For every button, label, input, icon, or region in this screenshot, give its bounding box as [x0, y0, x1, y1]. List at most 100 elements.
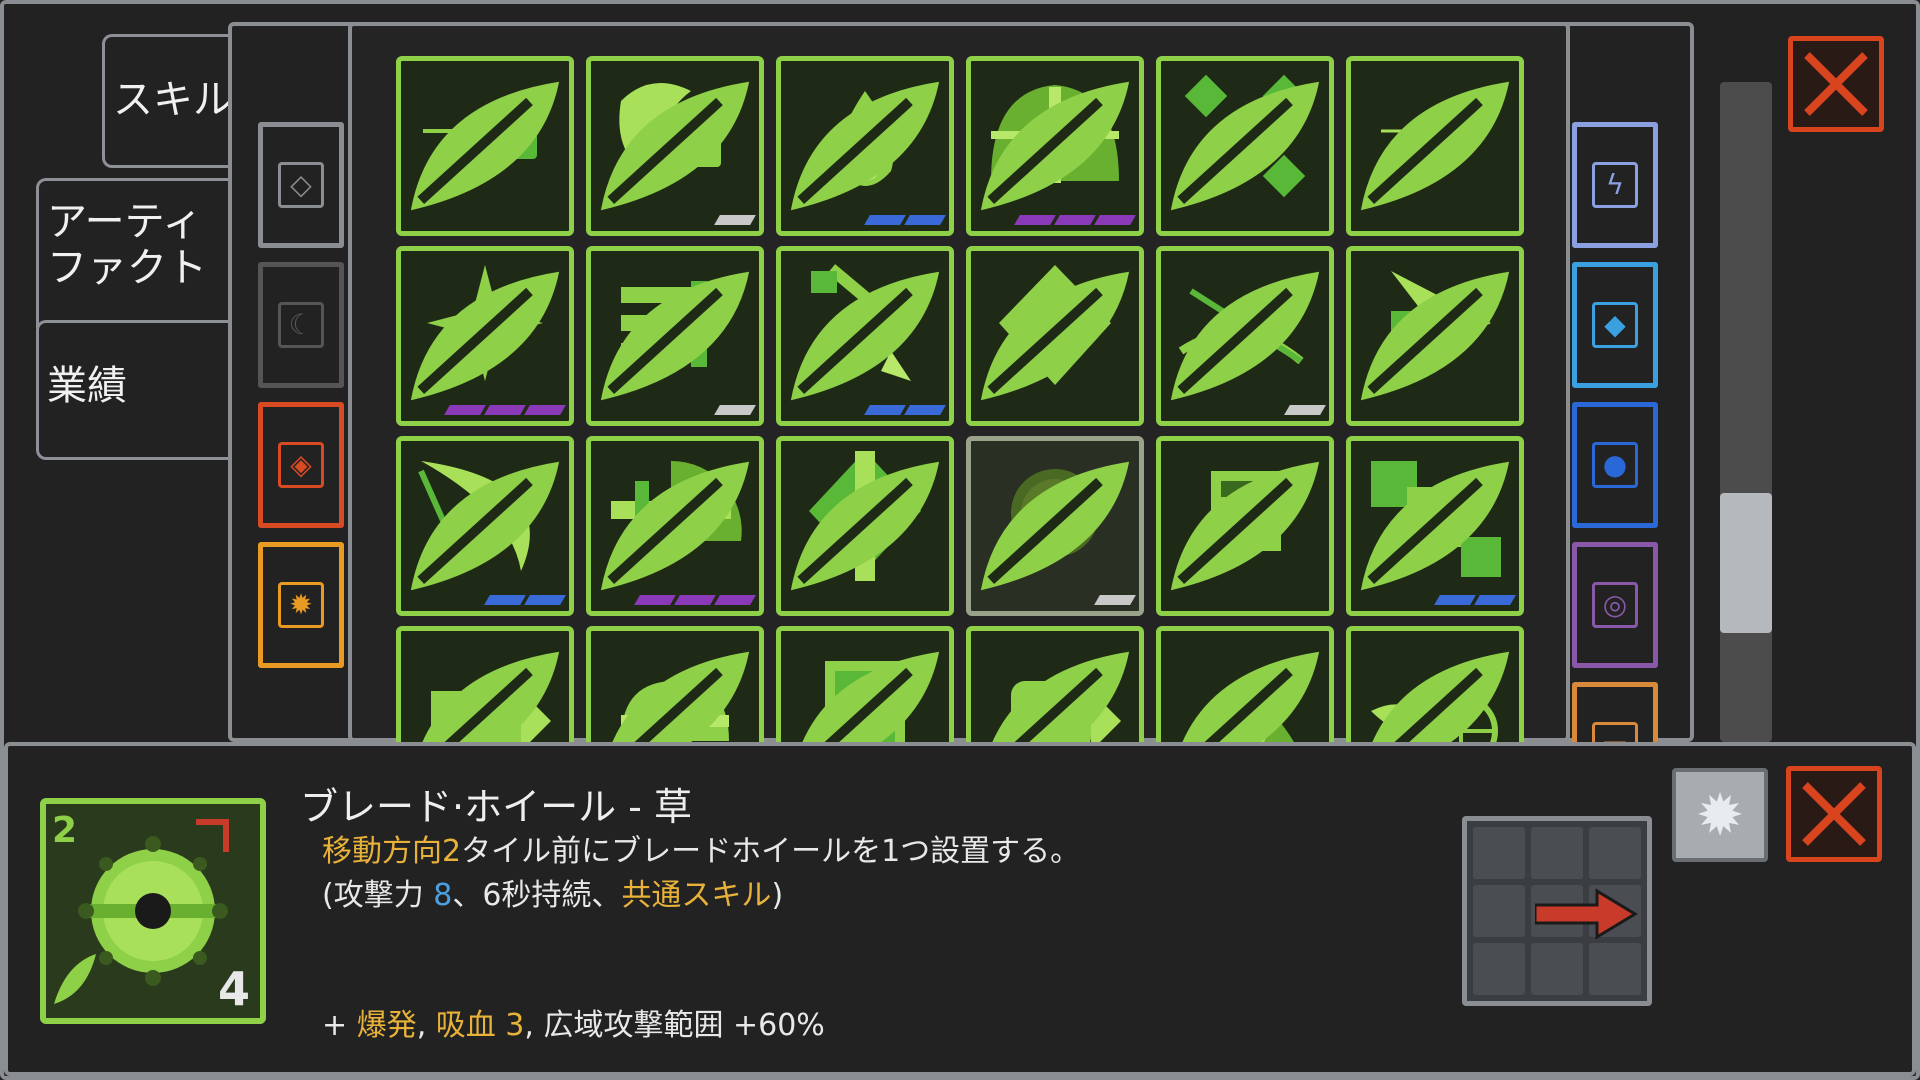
rarity-pip: [484, 595, 526, 605]
category-tabs: スキル アーティファクト 業績: [30, 30, 232, 460]
grass-element-icon: [421, 651, 560, 744]
grass-element-icon: [1371, 651, 1510, 744]
grass-element-icon: [600, 271, 750, 401]
sun-icon: ✹: [278, 582, 324, 628]
skill-slot-flame-drop[interactable]: [776, 56, 954, 236]
lightning-filter[interactable]: ϟ: [1572, 122, 1658, 248]
skill-slot-triple-blade[interactable]: [586, 246, 764, 426]
grass-element-icon: [410, 81, 560, 211]
rarity-bar: [714, 215, 756, 225]
rarity-pip: [1054, 215, 1096, 225]
rarity-pip: [674, 595, 716, 605]
grass-element-icon: [790, 81, 940, 211]
skill-slot-shield-dome[interactable]: [966, 56, 1144, 236]
skill-bonuses: + 爆発, 吸血 3, 広域攻撃範囲 +60%: [322, 1000, 825, 1044]
tab-achievements[interactable]: 業績: [36, 320, 232, 460]
diamond-icon: ◇: [278, 162, 324, 208]
range-cell: [1473, 885, 1525, 937]
gear-icon: ✹: [1695, 781, 1745, 849]
fire-filter[interactable]: ◈: [258, 402, 344, 528]
grass-element-icon: [1181, 651, 1320, 744]
range-cell: [1473, 827, 1525, 879]
skill-slot-gem-chain[interactable]: [1346, 436, 1524, 616]
common-skill-tag: 共通スキル: [621, 878, 772, 913]
rarity-bar: [864, 405, 946, 415]
grass-element-icon: [611, 651, 750, 744]
skill-slot-calculator[interactable]: [1156, 436, 1334, 616]
moon-icon: ☾: [278, 302, 324, 348]
grass-element-icon: [790, 461, 940, 591]
bonus-separator: ,: [416, 1008, 436, 1043]
gem-filter[interactable]: ◆: [1572, 262, 1658, 388]
grass-element-icon: [790, 271, 940, 401]
skill-slot-bow-arrow[interactable]: [1156, 246, 1334, 426]
skill-slot-mirror-card[interactable]: [776, 626, 954, 744]
skill-level: 4: [217, 962, 250, 1016]
grass-element-icon: [1360, 461, 1510, 591]
bonus-prefix: +: [322, 1008, 357, 1043]
skill-slot-dome-missile[interactable]: [586, 626, 764, 744]
grass-element-icon: [1170, 461, 1320, 591]
diamond-filter[interactable]: ◇: [258, 122, 344, 248]
tab-artifacts[interactable]: アーティファクト: [36, 178, 232, 338]
water-filter[interactable]: ●: [1572, 402, 1658, 528]
grass-element-icon: [600, 461, 750, 591]
range-cell-center: [1531, 885, 1638, 940]
water-icon: ●: [1592, 442, 1638, 488]
skill-slot-nature-burst[interactable]: [1156, 626, 1334, 744]
skill-slot-fist-punch[interactable]: [966, 626, 1144, 744]
close-icon: [1802, 782, 1866, 846]
skill-slot-blade-wheel[interactable]: [966, 436, 1144, 616]
sun-filter[interactable]: ✹: [258, 542, 344, 668]
rarity-pip: [484, 405, 526, 415]
skill-settings-button[interactable]: ✹: [1672, 768, 1768, 862]
fire-icon: ◈: [278, 442, 324, 488]
grass-element-icon: [410, 461, 560, 591]
rarity-bar: [1094, 595, 1136, 605]
selected-skill-icon: 2 4: [40, 798, 266, 1024]
skill-slot-star-burst[interactable]: [396, 246, 574, 426]
range-cell: [1531, 943, 1583, 995]
close-button[interactable]: [1788, 36, 1884, 132]
grass-element-icon: [980, 271, 1130, 401]
rarity-bar: [1014, 215, 1136, 225]
skill-slot-arrow-rush[interactable]: [1346, 246, 1524, 426]
rarity-pip: [714, 215, 756, 225]
description-text: タイル前にブレードホイールを1つ設置する。: [461, 834, 1081, 869]
grass-element-icon: [1170, 81, 1320, 211]
skill-description-line1: 移動方向2タイル前にブレードホイールを1つ設置する。: [322, 826, 1080, 870]
rarity-pip: [444, 405, 486, 415]
skill-slot-target-shot[interactable]: [1346, 626, 1524, 744]
rarity-pip: [1094, 215, 1136, 225]
grass-element-icon: [801, 651, 940, 744]
grass-element-icon: [410, 271, 560, 401]
rarity-pip: [714, 595, 756, 605]
range-cell: [1589, 827, 1641, 879]
scrollbar-thumb[interactable]: [1720, 493, 1772, 633]
skill-list-scrollbar[interactable]: [1720, 82, 1772, 742]
skill-slot-falling-sword[interactable]: [776, 246, 954, 426]
skill-slot-bullet-shot[interactable]: [1346, 56, 1524, 236]
direction-highlight: 移動方向2: [322, 834, 462, 869]
moon-filter[interactable]: ☾: [258, 262, 344, 388]
skill-slot-eye-orb[interactable]: [966, 246, 1144, 426]
skill-slot-box-missile[interactable]: [396, 626, 574, 744]
bonus-burst: 爆発: [356, 1008, 417, 1043]
rarity-pip: [864, 405, 906, 415]
rarity-pip: [864, 215, 906, 225]
skill-slot-crescent-fist[interactable]: [586, 56, 764, 236]
skill-slot-crystal-burst[interactable]: [1156, 56, 1334, 236]
vortex-filter[interactable]: ◎: [1572, 542, 1658, 668]
close-detail-button[interactable]: [1786, 766, 1882, 862]
skill-slot-diamond-sword[interactable]: [776, 436, 954, 616]
range-cell: [1589, 943, 1641, 995]
grass-element-icon: [980, 81, 1130, 211]
skill-name: ブレード·ホイール - 草: [300, 785, 692, 829]
skill-range-grid: [1462, 816, 1652, 1006]
rarity-pip: [904, 405, 946, 415]
skill-slot-sword-arc[interactable]: [586, 436, 764, 616]
tab-skills[interactable]: スキル: [102, 34, 232, 168]
range-cell: [1531, 827, 1583, 879]
skill-slot-fist-dash[interactable]: [396, 56, 574, 236]
skill-slot-crescent-slash[interactable]: [396, 436, 574, 616]
